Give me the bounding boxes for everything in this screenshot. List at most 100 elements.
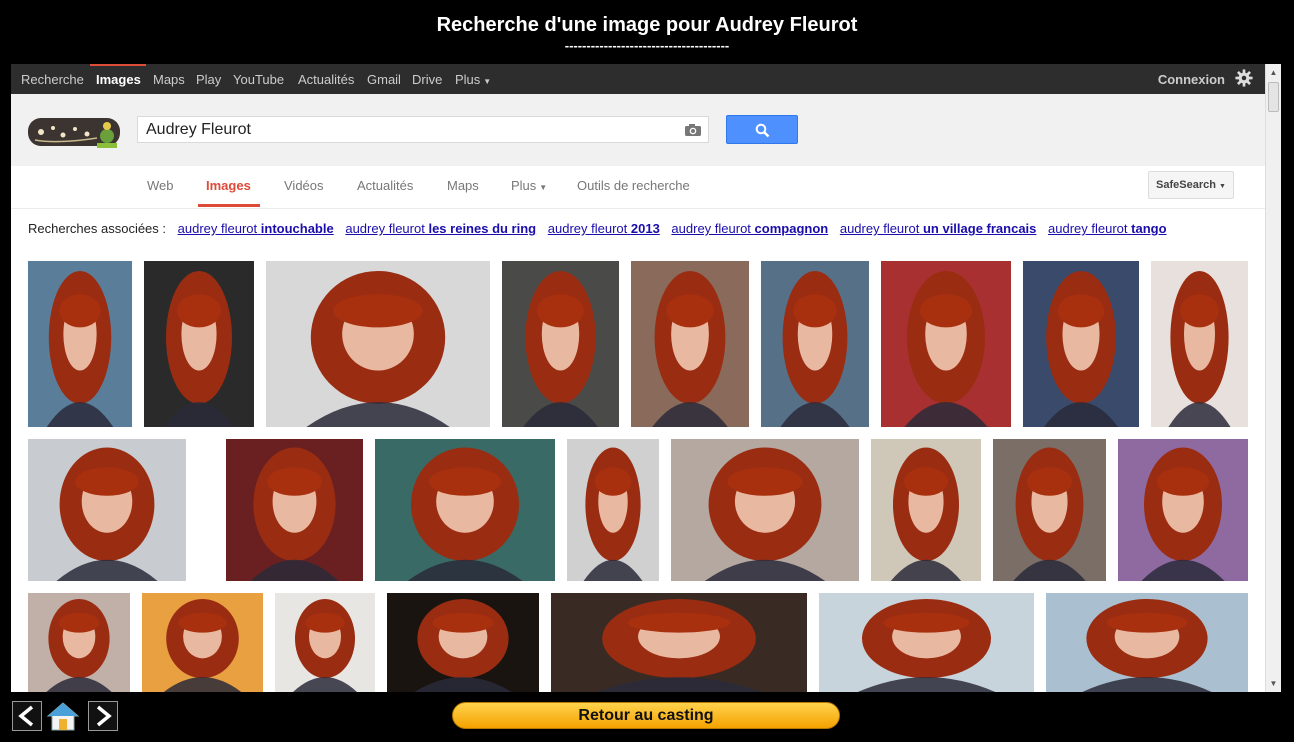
- related-searches: Recherches associées : audrey fleurot in…: [28, 221, 1167, 236]
- image-thumbnail[interactable]: [28, 439, 186, 581]
- window-title: Recherche d'une image pour Audrey Fleuro…: [436, 14, 858, 36]
- related-prefix: audrey fleurot: [671, 221, 751, 236]
- portrait-image: [414, 598, 512, 692]
- tab-images[interactable]: Images: [206, 178, 251, 193]
- tab-videos[interactable]: Vidéos: [284, 178, 324, 193]
- image-thumbnail[interactable]: [819, 593, 1034, 692]
- image-thumbnail[interactable]: [502, 261, 619, 427]
- chevron-down-icon: ▼: [539, 183, 548, 192]
- image-thumbnail[interactable]: [551, 593, 807, 692]
- image-thumbnail[interactable]: [567, 439, 659, 581]
- related-term: tango: [1131, 221, 1167, 236]
- gbar-item-gmail[interactable]: Gmail: [367, 72, 401, 87]
- image-thumbnail[interactable]: [631, 261, 749, 427]
- google-doodle-logo[interactable]: [27, 114, 122, 152]
- image-thumbnail[interactable]: [761, 261, 869, 427]
- image-thumbnail[interactable]: [144, 261, 254, 427]
- vertical-scrollbar[interactable]: ▲ ▼: [1265, 64, 1281, 692]
- portrait-image: [890, 447, 962, 581]
- safesearch-button[interactable]: SafeSearch ▼: [1148, 171, 1234, 199]
- tab-web[interactable]: Web: [147, 178, 174, 193]
- forward-button[interactable]: [88, 701, 118, 731]
- camera-icon[interactable]: [684, 123, 702, 137]
- portrait-image: [583, 447, 643, 581]
- gbar-item-plus[interactable]: Plus ▼: [455, 72, 491, 87]
- gbar-item-drive[interactable]: Drive: [412, 72, 442, 87]
- image-thumbnail[interactable]: [671, 439, 859, 581]
- title-underline: --------------------------------------: [564, 38, 730, 53]
- signin-link[interactable]: Connexion: [1158, 72, 1225, 87]
- gbar-item-images[interactable]: Images: [96, 72, 141, 87]
- tab-active-indicator: [198, 204, 260, 207]
- image-thumbnail[interactable]: [142, 593, 263, 692]
- image-thumbnail[interactable]: [993, 439, 1106, 581]
- related-link[interactable]: audrey fleurot tango: [1048, 221, 1167, 236]
- related-prefix: audrey fleurot: [839, 221, 920, 236]
- portrait-image: [46, 598, 112, 692]
- back-to-casting-button[interactable]: Retour au casting: [452, 702, 840, 729]
- arrow-left-icon: [18, 705, 34, 727]
- search-box: [137, 116, 709, 143]
- image-thumbnail[interactable]: [387, 593, 539, 692]
- portrait-image: [163, 270, 235, 427]
- search-input[interactable]: [144, 118, 668, 142]
- portrait-image: [652, 270, 728, 427]
- tab-plus[interactable]: Plus ▼: [511, 178, 547, 193]
- portrait-image: [407, 447, 523, 581]
- portrait-image: [163, 598, 242, 692]
- image-thumbnail[interactable]: [226, 439, 363, 581]
- portrait-image: [1141, 447, 1225, 581]
- portrait-image: [704, 447, 826, 581]
- portrait-image: [56, 447, 158, 581]
- portrait-image: [293, 598, 357, 692]
- gear-icon[interactable]: [1235, 69, 1253, 87]
- image-thumbnail[interactable]: [266, 261, 490, 427]
- related-link[interactable]: audrey fleurot compagnon: [671, 221, 828, 236]
- gbar-item-youtube[interactable]: YouTube: [233, 72, 284, 87]
- image-thumbnail[interactable]: [1023, 261, 1139, 427]
- image-thumbnail[interactable]: [28, 261, 132, 427]
- portrait-image: [306, 270, 450, 427]
- scroll-up-icon[interactable]: ▲: [1268, 67, 1279, 78]
- related-link[interactable]: audrey fleurot un village francais: [840, 221, 1037, 236]
- image-thumbnail[interactable]: [881, 261, 1011, 427]
- related-link[interactable]: audrey fleurot 2013: [548, 221, 660, 236]
- related-link[interactable]: audrey fleurot intouchable: [178, 221, 334, 236]
- scroll-thumb[interactable]: [1268, 82, 1279, 112]
- image-thumbnail[interactable]: [1151, 261, 1248, 427]
- related-link[interactable]: audrey fleurot les reines du ring: [345, 221, 536, 236]
- gbar-item-maps[interactable]: Maps: [153, 72, 185, 87]
- related-term: 2013: [630, 221, 660, 236]
- image-thumbnail[interactable]: [871, 439, 981, 581]
- portrait-image: [1043, 270, 1119, 427]
- image-thumbnail[interactable]: [1046, 593, 1248, 692]
- home-icon[interactable]: [46, 700, 80, 732]
- image-thumbnail[interactable]: [1118, 439, 1248, 581]
- image-thumbnail[interactable]: [28, 593, 130, 692]
- related-term: intouchable: [260, 221, 334, 236]
- portrait-image: [904, 270, 988, 427]
- gbar-item-recherche[interactable]: Recherche: [21, 72, 84, 87]
- arrow-right-icon: [96, 705, 112, 727]
- tab-search-tools[interactable]: Outils de recherche: [577, 178, 690, 193]
- related-prefix: audrey fleurot: [345, 221, 425, 236]
- image-thumbnail[interactable]: [275, 593, 375, 692]
- portrait-image: [780, 270, 850, 427]
- gbar-item-play[interactable]: Play: [196, 72, 221, 87]
- search-button[interactable]: [726, 115, 798, 144]
- image-thumbnail[interactable]: [375, 439, 555, 581]
- tab-plus-label: Plus: [511, 178, 537, 193]
- search-tabs: Web Images Vidéos Actualités Maps Plus ▼ …: [11, 166, 1265, 209]
- scroll-down-icon[interactable]: ▼: [1268, 678, 1279, 689]
- gbar-item-actualites[interactable]: Actualités: [298, 72, 354, 87]
- app-window: Recherche d'une image pour Audrey Fleuro…: [0, 0, 1294, 742]
- tab-actualites[interactable]: Actualités: [357, 178, 413, 193]
- portrait-image: [1013, 447, 1086, 581]
- related-term: un village francais: [922, 221, 1037, 236]
- tab-maps[interactable]: Maps: [447, 178, 479, 193]
- safesearch-label: SafeSearch: [1156, 179, 1216, 191]
- portrait-image: [1168, 270, 1231, 427]
- magnifier-icon: [755, 123, 770, 138]
- back-button[interactable]: [12, 701, 42, 731]
- portrait-image: [523, 270, 598, 427]
